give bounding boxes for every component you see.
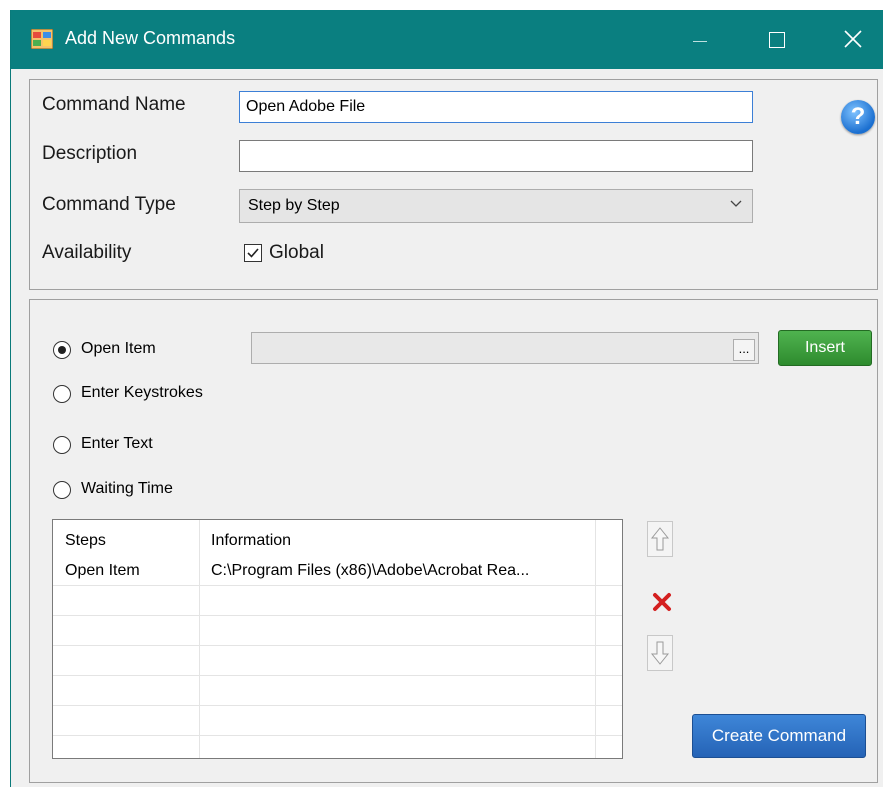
minimize-button[interactable] xyxy=(666,10,736,69)
delete-x-icon[interactable] xyxy=(652,592,672,612)
table-row-empty xyxy=(53,676,622,706)
radio-enter-keystrokes[interactable] xyxy=(53,385,71,403)
arrow-up-icon xyxy=(650,527,670,551)
table-header-row: Steps Information xyxy=(53,526,622,556)
app-window-icon xyxy=(31,29,53,49)
radio-waiting-time[interactable] xyxy=(53,481,71,499)
radio-open-item[interactable] xyxy=(53,341,71,359)
browse-button[interactable]: ... xyxy=(733,339,755,361)
steps-table[interactable]: Steps Information Open Item C:\Program F… xyxy=(52,519,623,759)
move-up-button[interactable] xyxy=(647,521,673,557)
cell-information: C:\Program Files (x86)\Adobe\Acrobat Rea… xyxy=(211,562,530,579)
radio-enter-text[interactable] xyxy=(53,436,71,454)
command-name-input[interactable]: Open Adobe File xyxy=(239,91,753,123)
chevron-down-icon xyxy=(730,200,742,207)
command-type-value: Step by Step xyxy=(248,197,340,214)
table-row-empty xyxy=(53,646,622,676)
global-checkbox[interactable] xyxy=(244,244,262,262)
enter-keystrokes-label: Enter Keystrokes xyxy=(81,384,203,401)
command-type-label: Command Type xyxy=(42,194,176,215)
availability-label: Availability xyxy=(42,242,132,263)
waiting-time-label: Waiting Time xyxy=(81,480,173,497)
table-row[interactable]: Open Item C:\Program Files (x86)\Adobe\A… xyxy=(53,556,622,586)
header-information: Information xyxy=(211,532,292,549)
arrow-down-icon xyxy=(650,641,670,665)
table-row-empty xyxy=(53,586,622,616)
description-input[interactable] xyxy=(239,140,753,172)
header-steps: Steps xyxy=(65,532,106,549)
table-row-empty xyxy=(53,616,622,646)
maximize-button[interactable] xyxy=(746,10,816,69)
steps-panel: Open Item Enter Keystrokes Enter Text Wa… xyxy=(29,299,878,783)
minimize-icon xyxy=(693,41,707,42)
enter-text-label: Enter Text xyxy=(81,435,153,452)
maximize-icon xyxy=(769,32,785,48)
command-properties-panel: Command Name Open Adobe File Description… xyxy=(29,79,878,290)
add-new-commands-window: Add New Commands Command Name Open Adobe… xyxy=(10,10,883,787)
open-item-label: Open Item xyxy=(81,340,156,357)
window-title: Add New Commands xyxy=(65,28,236,48)
description-label: Description xyxy=(42,143,138,164)
command-name-label: Command Name xyxy=(42,94,186,115)
command-type-select[interactable]: Step by Step xyxy=(239,189,753,223)
item-path-input[interactable] xyxy=(251,332,759,364)
create-command-button[interactable]: Create Command xyxy=(692,714,866,758)
move-down-button[interactable] xyxy=(647,635,673,671)
cell-step: Open Item xyxy=(65,562,140,579)
table-row-empty xyxy=(53,736,622,758)
insert-button[interactable]: Insert xyxy=(778,330,872,366)
help-icon[interactable]: ? xyxy=(841,100,875,134)
close-icon xyxy=(844,30,862,48)
checkmark-icon xyxy=(247,248,259,258)
close-button[interactable] xyxy=(816,10,883,69)
title-bar[interactable]: Add New Commands xyxy=(11,10,883,69)
table-row-empty xyxy=(53,706,622,736)
global-label: Global xyxy=(269,242,324,263)
